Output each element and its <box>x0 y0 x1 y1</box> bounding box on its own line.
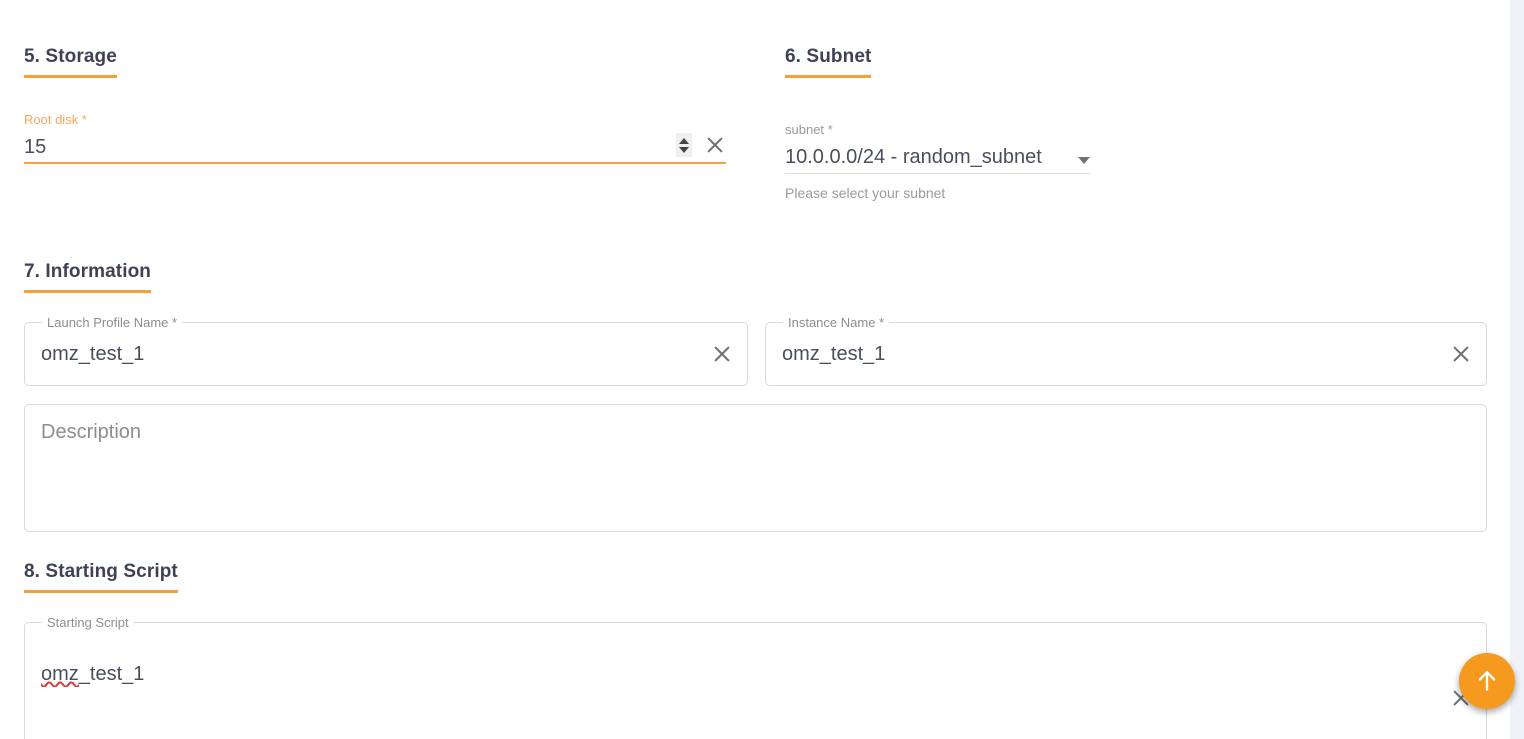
description-placeholder[interactable]: Description <box>41 419 1472 445</box>
page-right-gutter <box>1510 0 1524 739</box>
subnet-selected-value[interactable]: 10.0.0.0/24 - random_subnet <box>785 144 1068 174</box>
subnet-hint: Please select your subnet <box>785 185 946 201</box>
root-disk-clear-icon[interactable] <box>704 134 726 156</box>
instance-name-input[interactable]: omz_test_1 <box>782 341 1450 367</box>
instance-name-label: Instance Name * <box>783 315 890 331</box>
description-field[interactable]: Description <box>24 404 1487 532</box>
subnet-label: subnet * <box>785 122 833 137</box>
section-heading-starting-script: 8. Starting Script <box>24 561 178 593</box>
root-disk-input-row[interactable]: 15 <box>24 128 726 164</box>
launch-profile-name-clear-icon[interactable] <box>711 343 733 365</box>
instance-name-field[interactable]: Instance Name * omz_test_1 <box>765 315 1487 386</box>
root-disk-field: Root disk * 15 <box>24 112 726 164</box>
section-heading-information: 7. Information <box>24 261 152 293</box>
starting-script-misspelled-token: omz <box>41 663 79 685</box>
root-disk-label: Root disk * <box>24 112 87 127</box>
arrow-up-icon <box>1478 671 1496 691</box>
subnet-underline <box>785 173 1090 174</box>
settings-form-page: 5. Storage Root disk * 15 6. Subnet subn… <box>0 0 1524 739</box>
subnet-field: subnet * 10.0.0.0/24 - random_subnet Ple… <box>785 122 1090 202</box>
launch-profile-name-field[interactable]: Launch Profile Name * omz_test_1 <box>24 315 748 386</box>
stepper-down-icon[interactable] <box>679 146 689 153</box>
starting-script-value-rest: _test_1 <box>78 663 145 685</box>
root-disk-underline <box>24 162 726 164</box>
subnet-select[interactable]: 10.0.0.0/24 - random_subnet <box>785 138 1090 174</box>
starting-script-label: Starting Script <box>42 615 134 631</box>
stepper-up-icon[interactable] <box>679 137 689 144</box>
launch-profile-name-label: Launch Profile Name * <box>42 315 183 331</box>
root-disk-input[interactable]: 15 <box>24 134 676 164</box>
starting-script-field[interactable]: Starting Script omz_test_1 <box>24 615 1487 739</box>
starting-script-input[interactable]: omz_test_1 <box>41 661 1450 687</box>
launch-profile-name-input[interactable]: omz_test_1 <box>41 341 711 367</box>
scroll-to-top-button[interactable] <box>1459 653 1515 709</box>
section-heading-subnet: 6. Subnet <box>785 46 872 78</box>
root-disk-stepper[interactable] <box>676 133 692 157</box>
instance-name-clear-icon[interactable] <box>1450 343 1472 365</box>
section-heading-storage: 5. Storage <box>24 46 117 78</box>
chevron-down-icon[interactable] <box>1078 157 1090 164</box>
